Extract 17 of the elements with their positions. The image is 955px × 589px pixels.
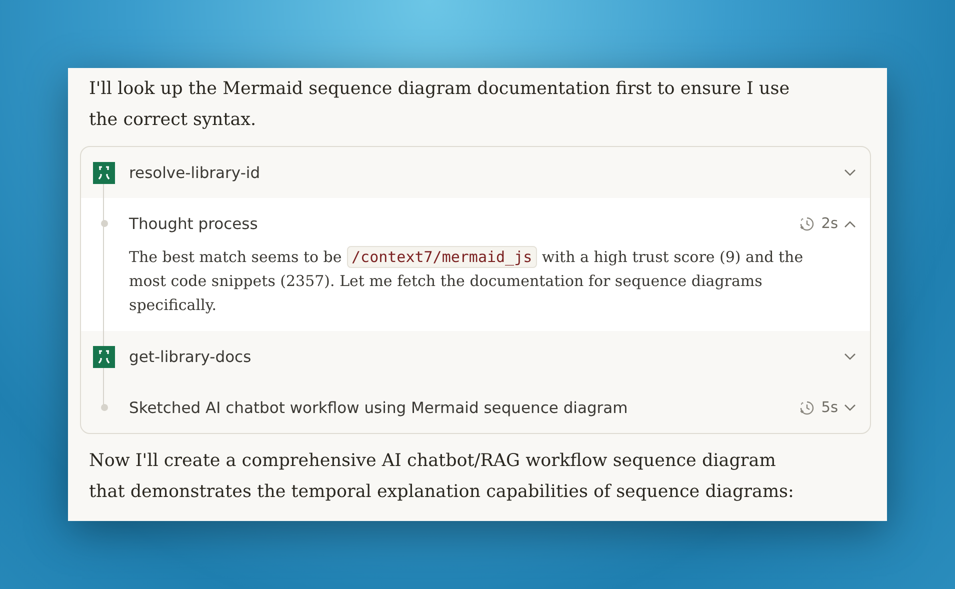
duration-text: 2s [821, 216, 838, 232]
message-text: Now I'll create a comprehensive AI chatbot/RAG workflow sequence diagram that demonstrates the temporal explanation capabilities of sequence diagrams: [89, 450, 795, 504]
thought-title: Thought process [129, 214, 259, 232]
thought-text: The best match seems to be /context7/mermaid_js with a high trust score (9) and the most code snippets (2357). Let me fetch the documentation for sequence diagrams specifically. [129, 245, 804, 316]
tool-icon [93, 346, 115, 368]
chevron-icon[interactable] [844, 352, 856, 360]
chevron-icon[interactable] [844, 404, 856, 412]
chevron-icon[interactable] [844, 168, 856, 176]
clock-icon [799, 216, 816, 232]
message-text: I'll look up the Mermaid sequence diagram documentation first to ensure I use the correct syntax. [89, 78, 791, 132]
clock-icon [799, 400, 816, 416]
duration-text: 5s [821, 400, 838, 416]
tool-name: get-library-docs [129, 348, 252, 366]
thought-title: Sketched AI chatbot workflow using Mermaid sequence diagram [129, 398, 629, 416]
tool-icon [93, 162, 115, 184]
tool-name: resolve-library-id [129, 164, 262, 182]
chevron-icon[interactable] [844, 220, 856, 228]
